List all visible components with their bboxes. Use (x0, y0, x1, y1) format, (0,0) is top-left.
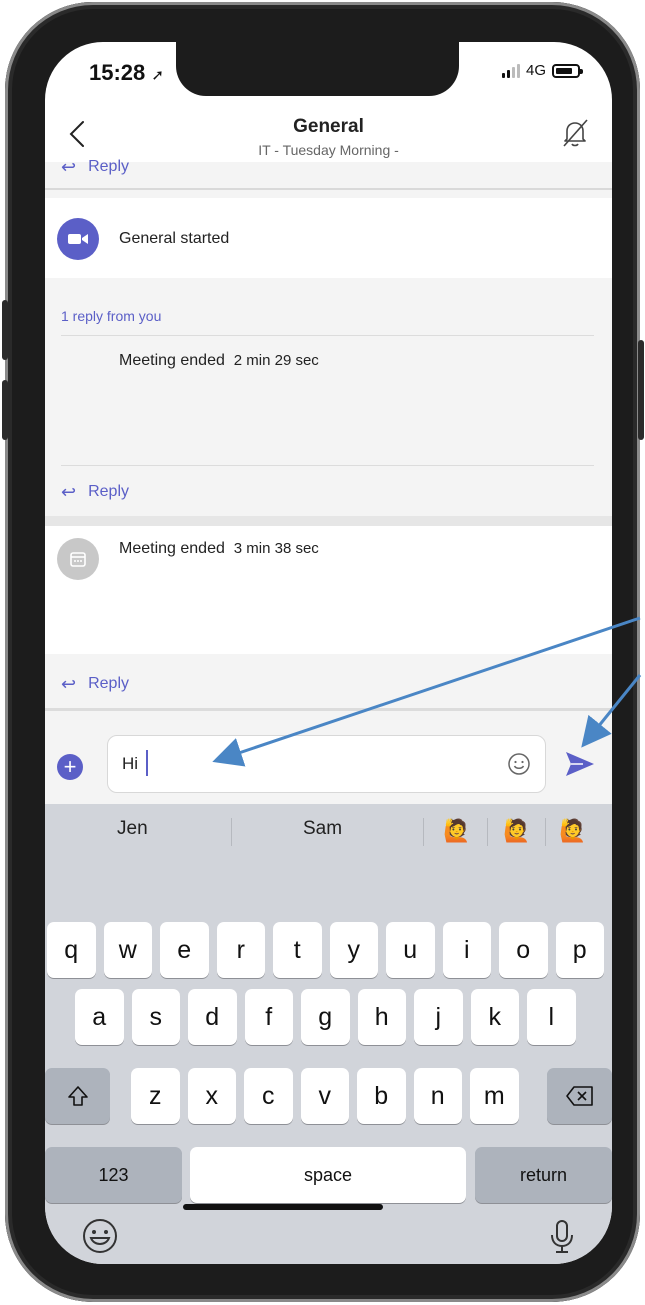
home-indicator (183, 1204, 383, 1210)
emoji-icon[interactable] (507, 752, 531, 776)
key-b[interactable]: b (357, 1068, 406, 1124)
location-arrow-icon: ➚ (151, 67, 164, 84)
key-v[interactable]: v (300, 1068, 349, 1124)
compose-bar: + Hi (45, 722, 612, 804)
key-u[interactable]: u (386, 922, 435, 978)
video-call-icon (57, 218, 99, 260)
delete-key[interactable] (547, 1068, 612, 1124)
phone-screen: 15:28 ➚ 4G General IT - Tuesday Morning … (45, 42, 612, 1264)
keyboard: Jen Sam 🙋 🙋 🙋 qwertyuiop asdfghjkl zxcvb… (45, 804, 612, 1264)
emoji-suggestion-icon[interactable]: 🙋 (443, 818, 470, 844)
meeting-ended-message: Meeting ended 3 min 38 sec (119, 540, 319, 558)
backspace-icon (565, 1086, 593, 1106)
add-attachment-button[interactable]: + (57, 754, 83, 780)
suggestion-sam[interactable]: Sam (303, 818, 342, 840)
key-c[interactable]: c (244, 1068, 293, 1124)
channel-title: General (293, 116, 364, 137)
status-time: 15:28 ➚ (89, 60, 164, 86)
divider (231, 818, 232, 846)
divider (45, 708, 612, 711)
key-o[interactable]: o (499, 922, 548, 978)
key-x[interactable]: x (187, 1068, 236, 1124)
emoji-suggestion-icon[interactable]: 🙋 (503, 818, 530, 844)
network-label: 4G (525, 62, 546, 79)
divider (545, 818, 546, 846)
key-y[interactable]: y (329, 922, 378, 978)
key-e[interactable]: e (160, 922, 209, 978)
emoji-keyboard-icon[interactable] (80, 1216, 120, 1256)
key-r[interactable]: r (216, 922, 265, 978)
key-j[interactable]: j (414, 989, 463, 1045)
divider (61, 465, 594, 466)
meeting-ended-text: Meeting ended (119, 540, 225, 557)
calendar-icon (57, 538, 99, 580)
emoji-suggestion-icon[interactable]: 🙋 (559, 818, 586, 844)
reply-label: Reply (88, 158, 129, 175)
key-s[interactable]: s (131, 989, 180, 1045)
meeting-card: Meeting ended 3 min 38 sec (45, 526, 612, 654)
divider (45, 188, 612, 190)
key-h[interactable]: h (357, 989, 406, 1045)
return-key[interactable]: return (475, 1147, 612, 1203)
divider (487, 818, 488, 846)
meeting-duration: 3 min 38 sec (233, 540, 319, 557)
divider (61, 335, 594, 336)
message-feed: ↩ Reply General started 1 reply from you… (45, 157, 612, 722)
microphone-icon[interactable] (542, 1216, 582, 1256)
reply-arrow-icon: ↩ (61, 481, 77, 502)
reply-label: Reply (88, 675, 129, 692)
space-key[interactable]: space (190, 1147, 466, 1203)
side-button (638, 340, 644, 440)
signal-icon (501, 63, 520, 78)
side-button (2, 300, 8, 360)
key-g[interactable]: g (301, 989, 350, 1045)
key-k[interactable]: k (470, 989, 519, 1045)
shift-key[interactable] (45, 1068, 110, 1124)
suggestion-jen[interactable]: Jen (117, 818, 148, 840)
suggestion-bar: Jen Sam 🙋 🙋 🙋 (45, 804, 612, 860)
key-w[interactable]: w (103, 922, 152, 978)
key-m[interactable]: m (470, 1068, 519, 1124)
reply-button[interactable]: ↩ Reply (45, 474, 612, 510)
meeting-card: General started (45, 198, 612, 278)
reply-arrow-icon: ↩ (61, 673, 77, 694)
key-t[interactable]: t (273, 922, 322, 978)
message-input-text: Hi (122, 754, 139, 773)
thread-reply-count[interactable]: 1 reply from you (61, 308, 161, 324)
reply-button[interactable]: ↩ Reply (45, 154, 612, 180)
message-input[interactable]: Hi (107, 735, 546, 793)
key-z[interactable]: z (131, 1068, 180, 1124)
thread-reply-duration: 2 min 29 sec (233, 352, 319, 369)
reply-arrow-icon: ↩ (61, 156, 77, 177)
send-icon[interactable] (563, 749, 597, 779)
text-cursor (146, 750, 148, 776)
key-d[interactable]: d (188, 989, 237, 1045)
key-a[interactable]: a (75, 989, 124, 1045)
key-n[interactable]: n (413, 1068, 462, 1124)
side-button (2, 380, 8, 440)
status-time-text: 15:28 (89, 60, 146, 85)
battery-icon (552, 63, 583, 78)
notch (176, 42, 459, 96)
divider (45, 516, 612, 526)
shift-icon (67, 1086, 88, 1106)
key-l[interactable]: l (527, 989, 576, 1045)
key-p[interactable]: p (555, 922, 604, 978)
key-q[interactable]: q (47, 922, 96, 978)
bell-off-icon[interactable] (558, 116, 592, 150)
key-f[interactable]: f (244, 989, 293, 1045)
thread-reply-text: Meeting ended (119, 352, 225, 369)
divider (423, 818, 424, 846)
key-i[interactable]: i (442, 922, 491, 978)
thread-reply-message: Meeting ended 2 min 29 sec (119, 352, 319, 370)
numbers-key[interactable]: 123 (45, 1147, 182, 1203)
status-indicators: 4G (501, 62, 583, 79)
reply-label: Reply (88, 483, 129, 500)
reply-button[interactable]: ↩ Reply (45, 666, 612, 702)
meeting-started-text: General started (119, 230, 230, 247)
